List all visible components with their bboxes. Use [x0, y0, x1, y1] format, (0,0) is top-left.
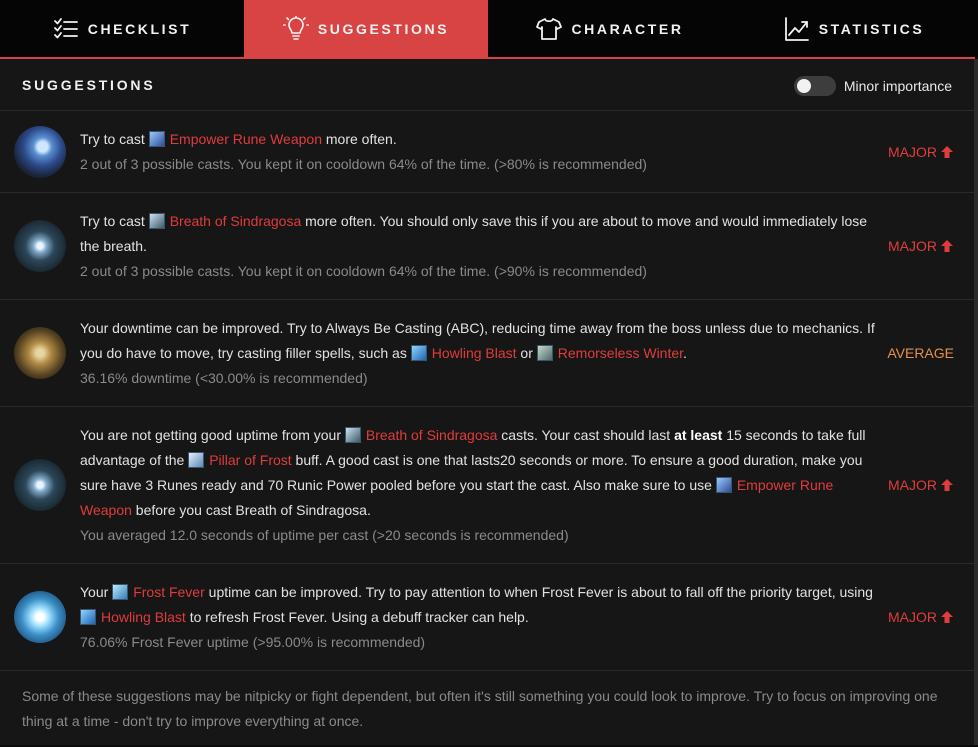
toggle-knob — [796, 78, 811, 93]
suggestion-stat: 36.16% downtime (<30.00% is recommended) — [80, 369, 368, 386]
suggestion-body: Your downtime can be improved. Try to Al… — [80, 316, 880, 391]
howling-blast-icon — [80, 608, 96, 625]
suggestions-panel: SUGGESTIONS Minor importance Try to cast… — [0, 59, 975, 745]
empower-rune-weapon-icon — [715, 476, 732, 493]
tab-character[interactable]: CHARACTER — [488, 0, 732, 57]
suggestion-row: Your downtime can be improved. Try to Al… — [0, 300, 974, 407]
tab-statistics[interactable]: STATISTICS — [732, 0, 976, 57]
frost-fever-icon — [112, 583, 129, 600]
empower-rune-weapon-icon — [148, 130, 165, 147]
tab-checklist[interactable]: CHECKLIST — [0, 0, 244, 57]
importance-badge: MAJOR — [888, 477, 954, 493]
tab-character-label: CHARACTER — [571, 20, 684, 37]
frost-fever-icon — [14, 591, 66, 643]
tab-checklist-label: CHECKLIST — [87, 20, 192, 37]
checklist-icon — [53, 16, 79, 42]
breath-of-sindragosa-icon — [344, 426, 361, 443]
panel-title: SUGGESTIONS — [22, 76, 156, 93]
arrow-up-icon — [941, 479, 953, 491]
shirt-icon — [536, 16, 563, 42]
suggestion-row: Try to cast Empower Rune Weapon more oft… — [0, 111, 974, 193]
suggestion-text: Try to cast Empower Rune Weapon more oft… — [80, 130, 397, 147]
suggestion-text: Your downtime can be improved. Try to Al… — [80, 319, 875, 361]
minor-importance-label: Minor importance — [843, 77, 952, 94]
suggestion-text: Try to cast Breath of Sindragosa more of… — [80, 212, 868, 254]
importance-badge: AVERAGE — [887, 345, 954, 361]
suggestion-stat: 2 out of 3 possible casts. You kept it o… — [80, 155, 647, 172]
spell-link[interactable]: Remorseless Winter — [536, 344, 683, 361]
minor-importance-toggle-group: Minor importance — [793, 74, 952, 96]
lightbulb-icon — [282, 15, 309, 42]
suggestion-stat: 76.06% Frost Fever uptime (>95.00% is re… — [80, 633, 426, 650]
pillar-of-frost-icon — [188, 451, 205, 468]
spell-link[interactable]: Howling Blast — [410, 344, 517, 361]
spell-link[interactable]: Breath of Sindragosa — [148, 212, 301, 229]
suggestion-text: Your Frost Fever uptime can be improved.… — [80, 583, 873, 625]
howling-blast-icon — [410, 344, 427, 361]
arrow-up-icon — [941, 240, 953, 252]
importance-badge: MAJOR — [888, 238, 954, 254]
spell-link[interactable]: Howling Blast — [80, 608, 186, 625]
breath-of-sindragosa-icon — [14, 459, 66, 511]
suggestion-row: Try to cast Breath of Sindragosa more of… — [0, 193, 974, 300]
empower-rune-weapon-icon — [14, 125, 66, 178]
arrow-up-icon — [941, 611, 953, 623]
spell-link[interactable]: Frost Fever — [112, 583, 205, 600]
tab-suggestions-label: SUGGESTIONS — [317, 20, 450, 37]
tab-statistics-label: STATISTICS — [818, 20, 925, 37]
suggestion-text: You are not getting good uptime from you… — [80, 426, 866, 518]
suggestion-row: Your Frost Fever uptime can be improved.… — [0, 564, 974, 671]
always-be-casting-icon — [14, 327, 66, 379]
suggestion-body: Try to cast Breath of Sindragosa more of… — [80, 209, 880, 284]
suggestion-body: You are not getting good uptime from you… — [80, 423, 880, 548]
line-chart-icon — [784, 16, 810, 42]
importance-badge: MAJOR — [888, 144, 954, 160]
spell-link[interactable]: Pillar of Frost — [188, 451, 292, 468]
spell-link[interactable]: Breath of Sindragosa — [344, 426, 497, 443]
suggestion-body: Try to cast Empower Rune Weapon more oft… — [80, 127, 880, 177]
suggestion-row: You are not getting good uptime from you… — [0, 407, 974, 564]
breath-of-sindragosa-icon — [14, 220, 66, 272]
panel-header: SUGGESTIONS Minor importance — [0, 59, 974, 111]
suggestion-stat: 2 out of 3 possible casts. You kept it o… — [80, 262, 647, 279]
tab-bar: CHECKLIST SUGGESTIONS CHARACTER STATISTI… — [0, 0, 978, 57]
suggestion-body: Your Frost Fever uptime can be improved.… — [80, 580, 880, 655]
minor-importance-toggle[interactable] — [793, 75, 836, 96]
suggestion-stat: You averaged 12.0 seconds of uptime per … — [80, 526, 569, 543]
spell-link[interactable]: Empower Rune Weapon — [148, 130, 322, 147]
tab-suggestions[interactable]: SUGGESTIONS — [244, 0, 488, 57]
remorseless-winter-icon — [536, 344, 553, 361]
importance-badge: MAJOR — [888, 609, 954, 625]
breath-of-sindragosa-icon — [148, 212, 165, 229]
footer-note: Some of these suggestions may be nitpick… — [22, 688, 938, 729]
arrow-up-icon — [941, 145, 953, 158]
